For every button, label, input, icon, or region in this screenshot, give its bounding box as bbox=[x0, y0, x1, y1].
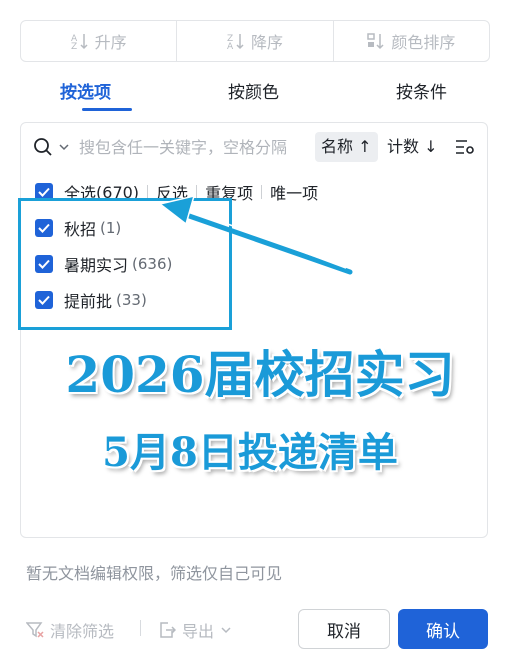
svg-text:A: A bbox=[227, 42, 234, 50]
search-row: 名称 ↑ 计数 ↓ bbox=[21, 123, 487, 171]
annotation-arrow bbox=[158, 194, 353, 275]
color-sort-button[interactable]: 颜色排序 bbox=[334, 21, 489, 61]
sort-descending-label: 降序 bbox=[250, 33, 283, 52]
divider bbox=[147, 185, 149, 199]
svg-text:Z: Z bbox=[71, 42, 77, 50]
export-icon bbox=[160, 622, 176, 638]
color-sort-icon bbox=[367, 33, 384, 50]
search-icon[interactable] bbox=[33, 137, 53, 157]
sort-ascending-label: 升序 bbox=[94, 33, 127, 52]
filter-tabs: 按选项 按颜色 按条件 bbox=[20, 72, 490, 112]
divider bbox=[140, 620, 141, 636]
export-label: 导出 bbox=[182, 622, 215, 641]
permission-notice: 暂无文档编辑权限，筛选仅自己可见 bbox=[26, 564, 283, 583]
export-button[interactable]: 导出 bbox=[158, 618, 238, 642]
sort-descending-button[interactable]: ZA 降序 bbox=[177, 21, 334, 61]
active-tab-indicator bbox=[82, 108, 132, 111]
color-sort-label: 颜色排序 bbox=[391, 33, 456, 52]
cancel-button[interactable]: 取消 bbox=[298, 609, 390, 649]
chevron-down-icon bbox=[221, 627, 231, 634]
sort-toolbar: AZ 升序 ZA 降序 颜色排序 bbox=[20, 20, 490, 62]
list-settings-icon[interactable] bbox=[455, 138, 475, 156]
overlay-subtitle: 5月8日投递清单 bbox=[102, 429, 398, 476]
confirm-button[interactable]: 确认 bbox=[398, 609, 488, 649]
sort-ascending-icon: AZ bbox=[71, 34, 88, 50]
sort-ascending-button[interactable]: AZ 升序 bbox=[21, 21, 178, 61]
clear-filter-icon bbox=[26, 622, 44, 638]
sort-by-count-button[interactable]: 计数 ↓ bbox=[387, 132, 438, 162]
tab-by-condition[interactable]: 按条件 bbox=[396, 78, 447, 103]
chevron-down-icon[interactable] bbox=[59, 143, 69, 151]
sort-descending-icon: ZA bbox=[227, 34, 244, 50]
tab-by-color[interactable]: 按颜色 bbox=[228, 78, 279, 103]
clear-filter-button[interactable]: 清除筛选 bbox=[26, 618, 114, 642]
sort-by-name-button[interactable]: 名称 ↑ bbox=[315, 132, 378, 162]
tab-by-option[interactable]: 按选项 bbox=[60, 78, 111, 103]
overlay-title: 2026届校招实习 bbox=[65, 345, 455, 404]
check-icon bbox=[38, 187, 50, 197]
footer-bar: 清除筛选 导出 取消 确认 bbox=[20, 606, 490, 650]
clear-filter-label: 清除筛选 bbox=[50, 622, 115, 641]
search-input[interactable] bbox=[79, 133, 311, 161]
